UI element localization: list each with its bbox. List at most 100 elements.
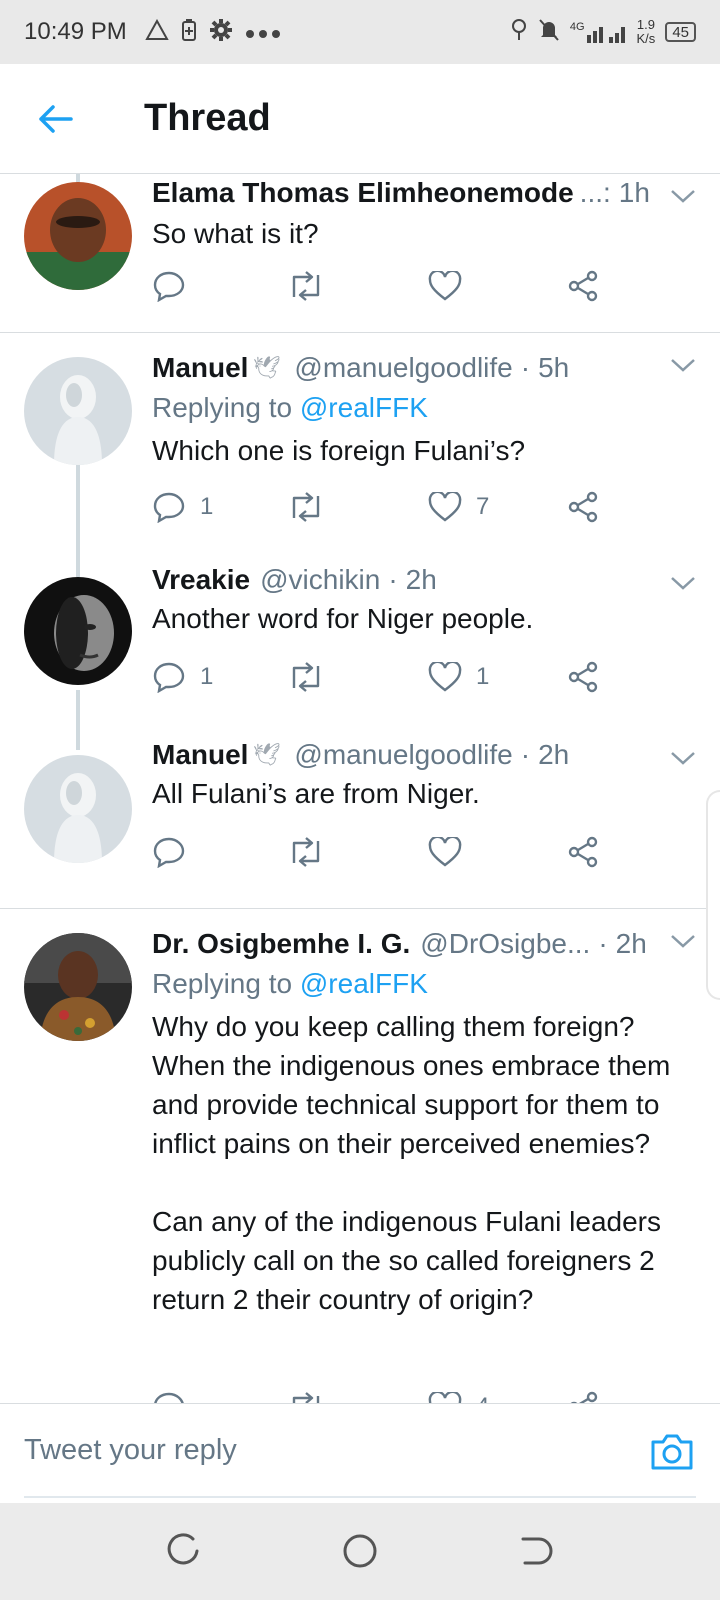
author-name[interactable]: Vreakie (152, 563, 250, 597)
status-bar: 10:49 PM 4G 1.9 K/s 45 (0, 0, 720, 64)
reply-icon (154, 1392, 184, 1403)
replying-to-link[interactable]: @realFFK (300, 968, 428, 999)
tweet-actions: 4 (152, 1387, 622, 1403)
reply-icon (153, 662, 185, 693)
reply-icon (153, 271, 185, 302)
reply-button[interactable] (152, 1387, 186, 1403)
share-icon (568, 836, 598, 868)
retweet-button[interactable] (286, 832, 326, 872)
chevron-down-icon[interactable] (670, 355, 696, 375)
reply-button[interactable] (152, 832, 186, 872)
system-nav-bar (0, 1503, 720, 1600)
share-button[interactable] (566, 657, 600, 697)
like-count: 7 (476, 493, 490, 520)
tweet-text: All Fulani’s are from Niger. (152, 778, 480, 809)
tweet-text: Why do you keep calling them foreign? Wh… (152, 1011, 671, 1315)
share-button[interactable] (566, 266, 600, 306)
heart-icon (428, 837, 462, 867)
reply-input[interactable]: Tweet your reply (24, 1434, 237, 1467)
like-count: 1 (476, 663, 490, 690)
reply-input-underline (24, 1496, 696, 1498)
author-name[interactable]: Manuel (152, 351, 248, 385)
share-button[interactable] (566, 1387, 600, 1403)
reply-button[interactable]: 1 (152, 487, 213, 527)
heart-icon (428, 492, 462, 522)
author-handle[interactable]: @manuelgoodlife (294, 351, 512, 385)
dove-emoji-icon: 🕊 (252, 355, 281, 380)
reply-button[interactable] (152, 266, 186, 306)
avatar[interactable] (24, 933, 132, 1041)
author-name[interactable]: Dr. Osigbemhe I. G. (152, 927, 410, 961)
tweet-actions: 1 7 (152, 487, 622, 527)
chevron-down-icon[interactable] (670, 186, 696, 206)
recent-apps-icon[interactable] (167, 1533, 203, 1569)
tweet[interactable]: Manuel 🕊 @manuelgoodlife · 5h Replying t… (0, 333, 720, 563)
tweet-time: 2h (405, 564, 437, 595)
avatar[interactable] (24, 357, 132, 465)
retweet-button[interactable] (286, 266, 326, 306)
avatar[interactable] (24, 577, 132, 685)
heart-icon (428, 1392, 462, 1403)
back-nav-icon[interactable] (517, 1533, 553, 1569)
reply-count: 1 (200, 493, 214, 520)
share-icon (568, 270, 598, 302)
tweet[interactable]: Vreakie @vichikin · 2h Another word for … (0, 563, 720, 733)
tweet-actions (152, 266, 622, 306)
scroll-indicator[interactable] (706, 790, 720, 1000)
author-handle[interactable]: @vichikin (260, 563, 380, 597)
avatar[interactable] (24, 182, 132, 290)
settings-icon (209, 18, 233, 46)
reply-button[interactable]: 1 (152, 657, 213, 697)
tweet-time: 2h (615, 928, 647, 959)
camera-icon[interactable] (650, 1432, 694, 1472)
network-speed: 1.9 K/s (636, 17, 656, 46)
author-handle[interactable]: @DrOsigbe... (420, 927, 590, 961)
tweet-time: 2h (538, 739, 570, 770)
tweet-time: 1h (618, 177, 650, 208)
tweet-actions: 1 1 (152, 657, 622, 697)
heart-icon (428, 271, 462, 301)
location-icon (510, 18, 528, 47)
share-button[interactable] (566, 487, 600, 527)
author-handle[interactable]: @manuelgoodlife (294, 738, 512, 772)
retweet-icon (292, 662, 320, 692)
like-button[interactable] (428, 266, 462, 306)
like-count: 4 (476, 1393, 489, 1403)
like-button[interactable]: 7 (428, 487, 489, 527)
chevron-down-icon[interactable] (670, 573, 696, 593)
share-icon (568, 491, 598, 523)
tweet[interactable]: Dr. Osigbemhe I. G. @DrOsigbe... · 2h Re… (0, 909, 720, 1403)
retweet-icon (292, 837, 320, 867)
chevron-down-icon[interactable] (670, 931, 696, 951)
mute-icon (538, 18, 560, 47)
retweet-icon (292, 1392, 320, 1403)
like-button[interactable]: 4 (428, 1387, 489, 1403)
replying-to: Replying to @realFFK (152, 392, 428, 423)
share-icon (570, 1391, 598, 1403)
retweet-button[interactable] (286, 1387, 326, 1403)
thread-header: Thread (0, 64, 720, 174)
reply-icon (153, 837, 185, 868)
reply-composer[interactable]: Tweet your reply (0, 1403, 720, 1503)
share-button[interactable] (566, 832, 600, 872)
retweet-button[interactable] (286, 487, 326, 527)
tweet[interactable]: Manuel 🕊 @manuelgoodlife · 2h All Fulani… (0, 738, 720, 908)
avatar[interactable] (24, 755, 132, 863)
reply-count: 1 (200, 663, 214, 690)
like-button[interactable]: 1 (428, 657, 489, 697)
status-time: 10:49 PM (24, 18, 127, 45)
author-name[interactable]: Elama Thomas Elimheonemode (152, 176, 574, 210)
home-icon[interactable] (342, 1533, 378, 1569)
chevron-down-icon[interactable] (670, 748, 696, 768)
retweet-button[interactable] (286, 657, 326, 697)
like-button[interactable] (428, 832, 462, 872)
reply-icon (153, 492, 185, 523)
retweet-icon (292, 492, 320, 522)
replying-to: Replying to @realFFK (152, 968, 428, 999)
back-button[interactable] (0, 64, 110, 174)
tweet[interactable]: Elama Thomas Elimheonemode ...: 1h So wh… (0, 174, 720, 332)
tweet-text: So what is it? (152, 218, 319, 249)
warning-triangle-icon (145, 18, 169, 45)
replying-to-link[interactable]: @realFFK (300, 392, 428, 423)
author-name[interactable]: Manuel (152, 738, 248, 772)
